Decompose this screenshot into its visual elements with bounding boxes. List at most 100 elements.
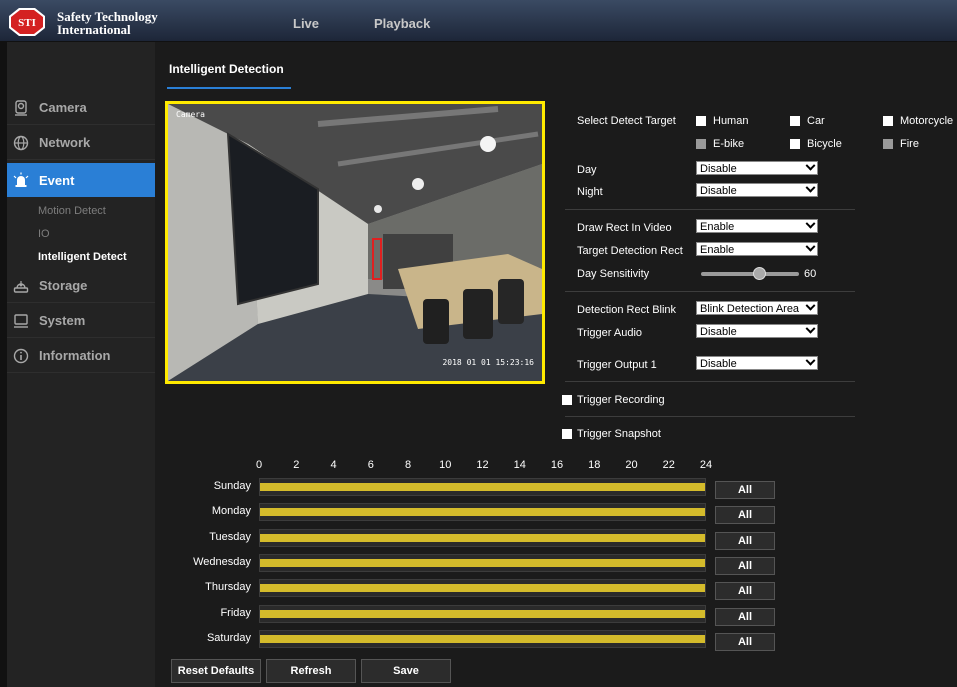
schedule-hour-label: 22 [662,459,675,471]
schedule-all-button[interactable]: All [715,557,775,575]
schedule-all-button[interactable]: All [715,582,775,600]
schedule-hour-label: 2 [293,459,300,471]
left-edge-strip [0,42,7,687]
sidebar-subitem-io[interactable]: IO [38,228,50,240]
sidebar-item-event[interactable]: Event [7,163,169,197]
trigger-output-select-value: Disable [700,358,737,370]
sidebar-item-label: Network [39,135,91,150]
info-icon [13,348,29,363]
trigger-output-select[interactable]: Disable [696,355,818,370]
schedule-hour-label: 16 [550,459,564,471]
trigger-audio-select-value: Disable [700,326,737,338]
save-button[interactable]: Save [361,659,451,683]
chevron-down-icon [805,355,816,366]
sidebar-item-information[interactable]: Information [7,339,155,373]
chevron-down-icon [805,218,816,229]
schedule-hour-label: 20 [625,459,638,471]
refresh-button[interactable]: Refresh [266,659,356,683]
brand-name: Safety Technology International [57,10,158,36]
rect-blink-select-value: Blink Detection Area [700,303,800,315]
sidebar-item-storage[interactable]: Storage [7,269,155,303]
schedule-row[interactable] [259,605,706,623]
top-header: STI Safety Technology International Live… [0,0,957,42]
sidebar-item-label: Camera [39,100,87,115]
schedule-row[interactable] [259,503,706,521]
sensitivity-slider-thumb[interactable] [753,267,766,280]
sensitivity-slider[interactable] [701,272,799,276]
schedule-row[interactable] [259,630,706,648]
checkbox-human[interactable] [696,116,706,126]
schedule-all-button[interactable]: All [715,532,775,550]
checkbox-trigger-snapshot[interactable] [562,429,572,439]
checkbox-ebike-label: E-bike [713,138,745,150]
schedule-row[interactable] [259,478,706,496]
checkbox-bicycle-label: Bicycle [807,138,842,150]
divider [565,416,855,417]
trigger-recording-label: Trigger Recording [577,394,665,406]
checkbox-ebike[interactable] [696,139,706,149]
nav-playback[interactable]: Playback [374,16,430,31]
checkbox-trigger-recording[interactable] [562,395,572,405]
video-preview[interactable]: Camera 2018 01 01 15:23:16 [165,101,545,384]
sidebar-item-label: Information [39,348,111,363]
sidebar-item-label: System [39,313,86,328]
checkbox-fire[interactable] [883,139,893,149]
chevron-down-icon [805,241,816,252]
schedule-bar[interactable] [260,559,705,567]
reset-defaults-button[interactable]: Reset Defaults [171,659,261,683]
schedule-day-label: Monday [211,505,251,517]
schedule-bar[interactable] [260,534,705,542]
target-rect-select[interactable]: Enable [696,241,818,256]
draw-rect-select[interactable]: Enable [696,218,818,233]
schedule-bar[interactable] [260,610,705,618]
schedule-all-button[interactable]: All [715,633,775,651]
tab-intelligent-detection[interactable]: Intelligent Detection [169,62,284,76]
checkbox-car-label: Car [807,115,825,127]
sidebar-item-network[interactable]: Network [7,126,155,160]
trigger-audio-select[interactable]: Disable [696,323,818,338]
schedule-row[interactable] [259,579,706,597]
day-select[interactable]: Disable [696,160,818,175]
nav-live[interactable]: Live [293,16,319,31]
checkbox-car[interactable] [790,116,800,126]
sti-logo-icon: STI [9,8,45,36]
trigger-audio-label: Trigger Audio [577,327,643,339]
schedule-all-button[interactable]: All [715,608,775,626]
schedule-bar[interactable] [260,584,705,592]
globe-icon [13,135,29,150]
night-select[interactable]: Disable [696,182,818,197]
sidebar-item-camera[interactable]: Camera [7,91,155,125]
schedule-bar[interactable] [260,483,705,491]
draw-rect-select-value: Enable [700,221,735,233]
schedule-hour-label: 14 [513,459,526,471]
chevron-down-icon [805,182,816,193]
draw-rect-label: Draw Rect In Video [577,222,672,234]
schedule-hour-label: 6 [367,459,374,471]
schedule-all-button[interactable]: All [715,481,775,499]
sidebar-item-label: Storage [39,278,88,293]
sidebar-subitem-intelligent[interactable]: Intelligent Detect [38,251,127,263]
schedule-row[interactable] [259,554,706,572]
night-select-value: Disable [700,185,737,197]
sidebar-subitem-motion[interactable]: Motion Detect [38,205,106,217]
camera-scene-image [168,104,542,381]
checkbox-human-label: Human [713,115,749,127]
checkbox-bicycle[interactable] [790,139,800,149]
schedule-all-button[interactable]: All [715,506,775,524]
schedule-hour-label: 12 [476,459,489,471]
schedule-bar[interactable] [260,508,705,516]
schedule-day-label: Saturday [206,632,251,644]
target-rect-select-value: Enable [700,244,735,256]
video-osd-timestamp: 2018 01 01 15:23:16 [442,358,534,367]
rect-blink-select[interactable]: Blink Detection Area [696,300,818,315]
schedule-day-label: Thursday [205,581,251,593]
svg-text:STI: STI [18,17,36,29]
alarm-icon [13,172,29,187]
sidebar-item-system[interactable]: System [7,304,155,338]
schedule-hour-label: 18 [588,459,601,471]
brand-line-2: International [57,22,131,37]
schedule-row[interactable] [259,529,706,547]
schedule-day-label: Friday [220,607,251,619]
schedule-bar[interactable] [260,635,705,643]
checkbox-motorcycle[interactable] [883,116,893,126]
